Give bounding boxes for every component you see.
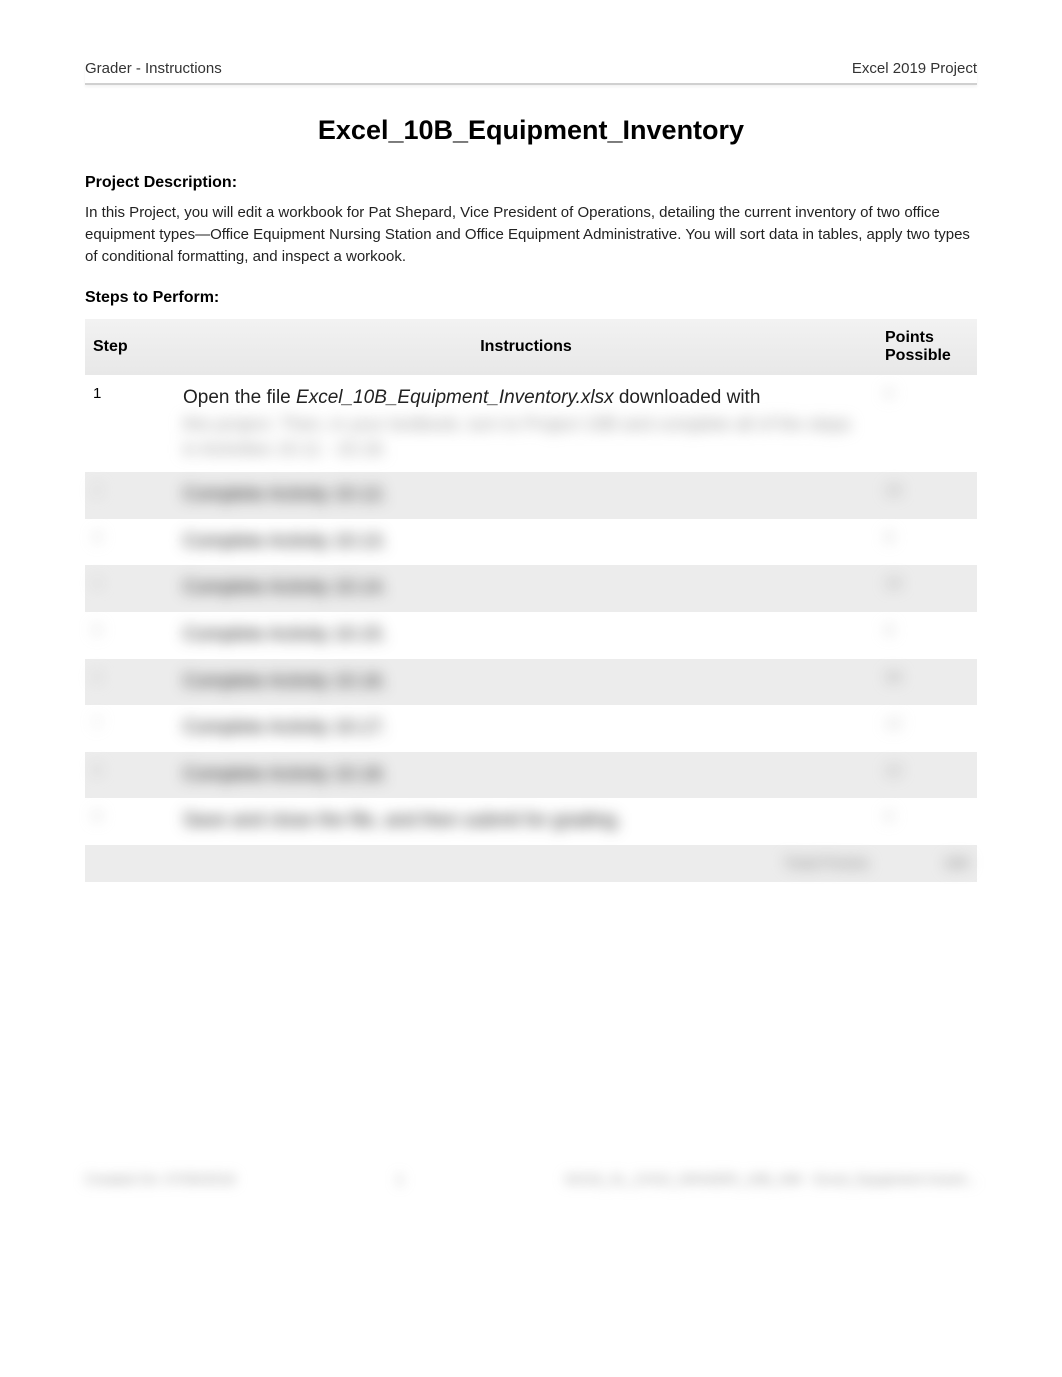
header-left: Grader - Instructions bbox=[85, 60, 222, 77]
instruction-cell: Complete Activity 10.13. bbox=[175, 519, 877, 566]
instruction-cell: Save and close the file, and then submit… bbox=[175, 798, 877, 845]
col-points: Points Possible bbox=[877, 319, 977, 375]
total-empty bbox=[85, 845, 175, 882]
instruction-cell: Open the file Excel_10B_Equipment_Invent… bbox=[175, 375, 877, 472]
table-header-row: Step Instructions Points Possible bbox=[85, 319, 977, 375]
header-right: Excel 2019 Project bbox=[852, 60, 977, 77]
step-number: 4 bbox=[85, 565, 175, 612]
instruction-blurred: this project. Then, in your textbook, tu… bbox=[183, 412, 869, 462]
page-title: Excel_10B_Equipment_Inventory bbox=[85, 115, 977, 146]
footer-left: Created On: 07/05/2019 bbox=[85, 1171, 235, 1187]
table-row: 8 Complete Activity 10.18. 12 bbox=[85, 752, 977, 799]
instruction-cell: Complete Activity 10.12. bbox=[175, 472, 877, 519]
header-row: Grader - Instructions Excel 2019 Project bbox=[85, 60, 977, 85]
instruction-cell: Complete Activity 10.17. bbox=[175, 705, 877, 752]
table-row: 6 Complete Activity 10.16. 30 bbox=[85, 659, 977, 706]
points-cell: 30 bbox=[877, 659, 977, 706]
instruction-cell: Complete Activity 10.14. bbox=[175, 565, 877, 612]
table-row: 5 Complete Activity 10.15. 8 bbox=[85, 612, 977, 659]
table-row: 4 Complete Activity 10.14. 15 bbox=[85, 565, 977, 612]
instruction-suffix: downloaded with bbox=[614, 387, 761, 408]
instruction-cell: Complete Activity 10.18. bbox=[175, 752, 877, 799]
table-row: 9 Save and close the file, and then subm… bbox=[85, 798, 977, 845]
points-cell: 15 bbox=[877, 472, 977, 519]
project-description-label: Project Description: bbox=[85, 174, 977, 192]
total-value: 100 bbox=[877, 845, 977, 882]
points-cell: 12 bbox=[877, 705, 977, 752]
step-number: 6 bbox=[85, 659, 175, 706]
points-cell: 0 bbox=[877, 375, 977, 472]
col-step: Step bbox=[85, 319, 175, 375]
points-cell: 15 bbox=[877, 565, 977, 612]
table-row: 1 Open the file Excel_10B_Equipment_Inve… bbox=[85, 375, 977, 472]
step-number: 5 bbox=[85, 612, 175, 659]
points-cell: 8 bbox=[877, 612, 977, 659]
points-cell: 8 bbox=[877, 519, 977, 566]
table-row: 7 Complete Activity 10.17. 12 bbox=[85, 705, 977, 752]
document-page: Grader - Instructions Excel 2019 Project… bbox=[0, 0, 1062, 882]
step-number: 8 bbox=[85, 752, 175, 799]
table-row: 3 Complete Activity 10.13. 8 bbox=[85, 519, 977, 566]
table-row: 2 Complete Activity 10.12. 15 bbox=[85, 472, 977, 519]
instruction-cell: Complete Activity 10.15. bbox=[175, 612, 877, 659]
footer-right: GO19_XL_CH10_GRADER_10B_HW - Excel_Equip… bbox=[565, 1171, 977, 1187]
total-label: Total Points bbox=[175, 845, 877, 882]
steps-table: Step Instructions Points Possible 1 Open… bbox=[85, 319, 977, 882]
project-description-text: In this Project, you will edit a workboo… bbox=[85, 202, 977, 267]
instruction-cell: Complete Activity 10.16. bbox=[175, 659, 877, 706]
steps-to-perform-label: Steps to Perform: bbox=[85, 289, 977, 307]
step-number: 9 bbox=[85, 798, 175, 845]
instruction-filename: Excel_10B_Equipment_Inventory.xlsx bbox=[296, 387, 614, 408]
step-number: 1 bbox=[85, 375, 175, 472]
col-instructions: Instructions bbox=[175, 319, 877, 375]
footer-row: Created On: 07/05/2019 1 GO19_XL_CH10_GR… bbox=[85, 1171, 977, 1187]
step-number: 3 bbox=[85, 519, 175, 566]
footer-center: 1 bbox=[396, 1171, 404, 1187]
instruction-prefix: Open the file bbox=[183, 387, 296, 408]
step-number: 2 bbox=[85, 472, 175, 519]
table-total-row: Total Points 100 bbox=[85, 845, 977, 882]
points-cell: 12 bbox=[877, 752, 977, 799]
points-cell: 0 bbox=[877, 798, 977, 845]
step-number: 7 bbox=[85, 705, 175, 752]
